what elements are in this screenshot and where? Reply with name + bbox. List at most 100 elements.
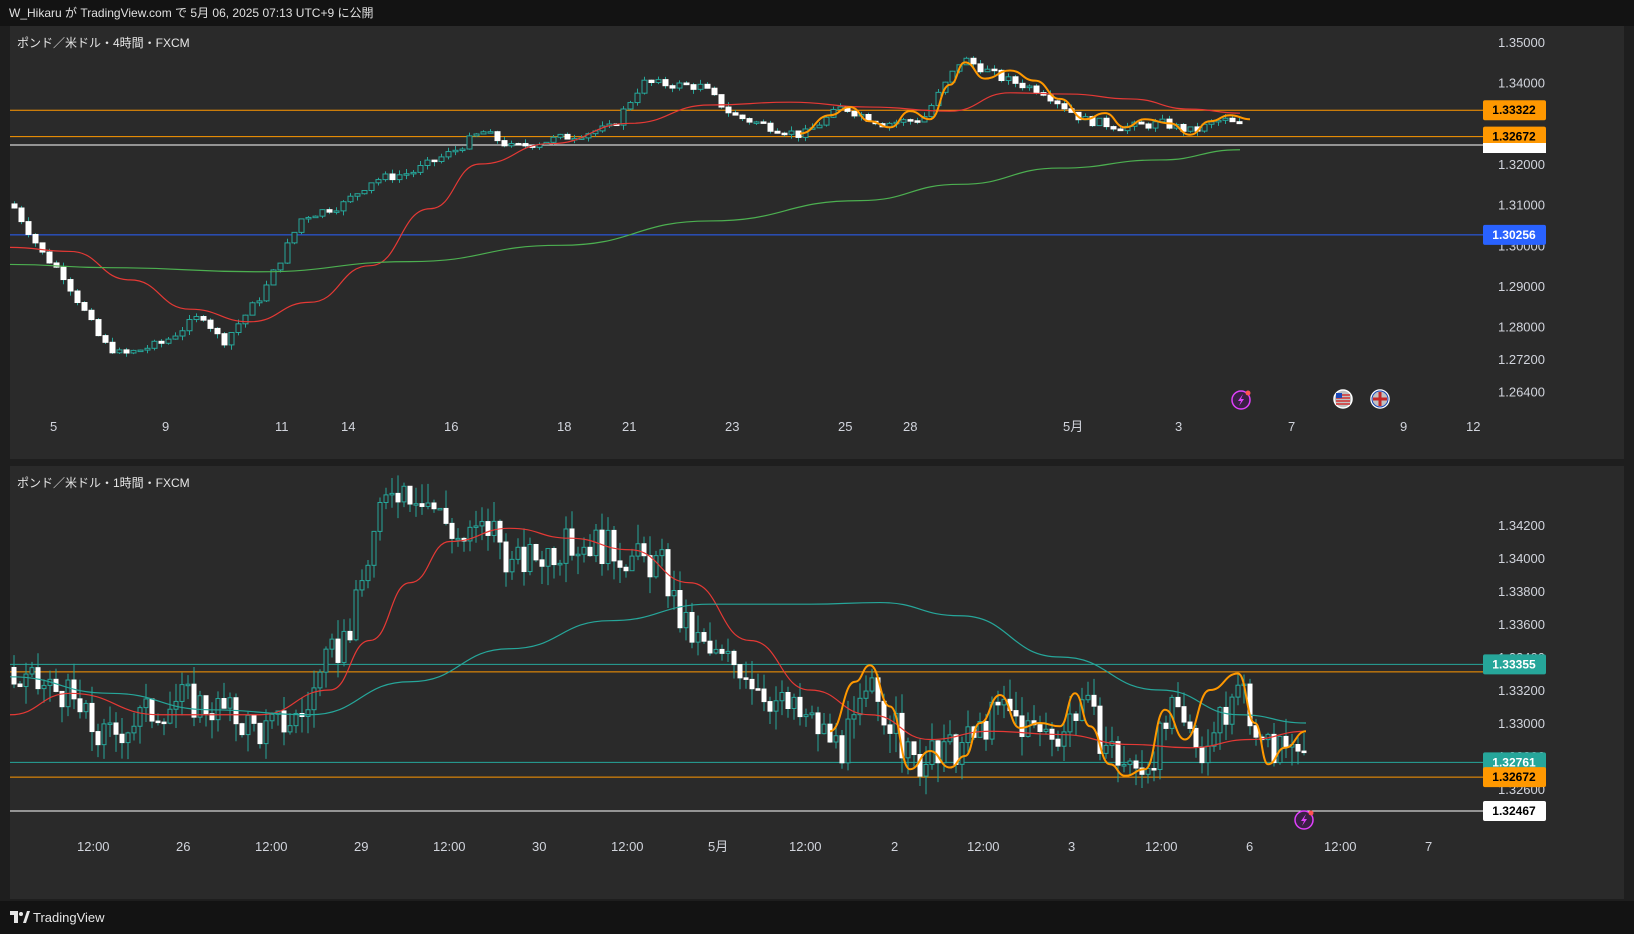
h1-candle — [767, 701, 773, 712]
h1-candle — [701, 632, 707, 642]
h4-candle — [1145, 123, 1152, 129]
time-axis-label-4h: 5 — [50, 419, 57, 434]
time-axis-label-1h: 26 — [176, 839, 190, 854]
h1-candle — [515, 546, 521, 560]
price-tag-4h-last — [1483, 143, 1546, 154]
price-axis-label-4h: 1.31000 — [1498, 198, 1545, 213]
h1-candle — [449, 522, 455, 539]
h4-candle — [515, 143, 522, 146]
h1-candle — [533, 543, 539, 561]
h4-candle — [1103, 117, 1110, 128]
h1-candle — [203, 695, 209, 715]
h1-candle — [473, 525, 479, 528]
h4-candle — [1187, 126, 1194, 132]
h1-candle — [803, 714, 809, 718]
time-axis-label-1h: 12:00 — [789, 839, 822, 854]
h1-candle — [815, 712, 821, 735]
h1-candle — [359, 580, 365, 591]
h4-candle — [732, 112, 739, 116]
h4-candle — [81, 302, 88, 311]
h4-candle — [1033, 85, 1040, 94]
h1-candle — [17, 683, 23, 688]
h4-candle — [298, 218, 305, 233]
h4-candle — [508, 143, 515, 147]
h4-candle — [669, 85, 676, 89]
h4-candle — [494, 131, 501, 142]
h4-candle — [172, 335, 179, 340]
h4-candle — [1005, 76, 1012, 82]
h1-candle — [773, 700, 779, 712]
h1-candle — [251, 714, 257, 724]
h1-candle — [167, 708, 173, 724]
h4-candle — [620, 108, 627, 126]
time-axis-label-4h: 3 — [1175, 419, 1182, 434]
h4-candle — [368, 182, 375, 192]
h1-candle — [131, 725, 137, 734]
h1-candle — [1229, 696, 1235, 725]
h4-candle — [60, 266, 67, 281]
price-axis-label-1h: 1.33600 — [1498, 617, 1545, 632]
h1-candle — [389, 492, 395, 496]
h4-candle — [914, 120, 921, 123]
h1-candle — [179, 684, 185, 702]
h1-candle — [1235, 684, 1241, 698]
h4-candle — [1012, 76, 1019, 84]
h1-candle — [335, 638, 341, 663]
h1-candle — [1223, 706, 1229, 725]
h4-candle — [424, 159, 431, 166]
h4-candle — [970, 57, 977, 65]
h1-candle — [521, 546, 527, 573]
price-axis-label-1h: 1.34600 — [1498, 466, 1545, 467]
h1-candle — [965, 726, 971, 744]
h4-candle — [130, 349, 137, 354]
h4-candle — [109, 341, 116, 354]
h4-candle — [1061, 103, 1068, 110]
h4-candle — [725, 106, 732, 114]
time-axis-label-1h: 6 — [1246, 839, 1253, 854]
chart-canvas-1h[interactable]: 1.346001.342001.340001.338001.336001.334… — [10, 466, 1624, 899]
h1-candle — [143, 698, 149, 709]
h4-candle — [683, 82, 690, 86]
h4-candle — [445, 151, 452, 158]
h1-candle — [395, 492, 401, 503]
h4-candle — [522, 143, 529, 147]
chart-panel-4h[interactable]: ポンド／米ドル・4時間・FXCM 1.35000 1.34000 1.32000 1.… — [10, 26, 1624, 459]
h1-candle — [263, 720, 269, 745]
h1-candle — [551, 548, 557, 566]
h1-candle — [1043, 728, 1049, 732]
h1-candle — [809, 712, 815, 716]
h4-candle — [452, 149, 459, 153]
h4-candle — [410, 171, 417, 175]
h4-candle — [501, 140, 508, 147]
h1-candle — [509, 558, 515, 573]
zigzag-indicator-4h — [799, 61, 1251, 136]
h4-candle — [361, 190, 368, 195]
h4-candle — [459, 148, 466, 152]
h1-candle — [503, 541, 509, 573]
h1-candle — [1163, 722, 1169, 729]
h4-candle — [767, 122, 774, 132]
time-axis-label-1h: 12:00 — [611, 839, 644, 854]
chart-canvas-4h[interactable]: 1.350001.340001.320001.310001.300001.290… — [10, 26, 1624, 459]
h1-candle — [77, 698, 83, 713]
h1-candle — [1013, 710, 1019, 717]
h4-candle — [263, 284, 270, 302]
us-flag-icon[interactable] — [1333, 389, 1353, 409]
time-axis-label-4h: 25 — [838, 419, 852, 434]
h4-candle — [1138, 121, 1145, 125]
h1-candle — [455, 537, 461, 541]
h4-candle — [648, 79, 655, 84]
h4-candle — [550, 136, 557, 143]
notification-dot-icon — [1245, 390, 1251, 396]
h1-candle — [995, 701, 1001, 706]
flag-canton-icon — [1336, 393, 1342, 398]
h1-candle — [365, 564, 371, 582]
time-axis-label-4h: 9 — [1400, 419, 1407, 434]
h1-candle — [113, 722, 119, 735]
h1-candle — [785, 691, 791, 710]
chart-panel-1h[interactable]: ポンド／米ドル・1時間・FXCM 1.346001.342001.340001.… — [10, 466, 1624, 899]
price-axis-label-4h: 1.29000 — [1498, 279, 1545, 294]
h4-candle — [249, 302, 256, 316]
price-tag-label-4h: 1.30256 — [1492, 228, 1536, 242]
h1-candle — [575, 553, 581, 557]
